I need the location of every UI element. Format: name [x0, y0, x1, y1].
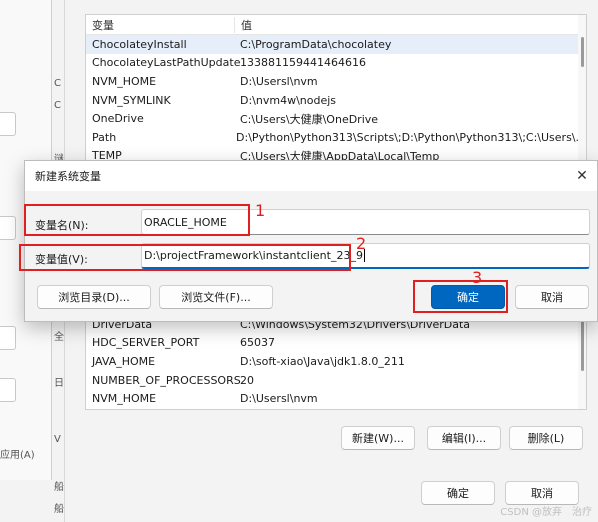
- user-variables-table: 变量 值 ChocolateyInstall C:\ProgramData\ch…: [85, 14, 587, 164]
- dialog-title: 新建系统变量: [35, 170, 101, 183]
- clipped-text: V: [54, 434, 61, 445]
- column-header-value[interactable]: 值: [234, 16, 586, 33]
- cancel-button[interactable]: 取消: [505, 481, 579, 505]
- browse-file-button[interactable]: 浏览文件(F)...: [159, 285, 273, 309]
- vertical-scrollbar[interactable]: [578, 15, 586, 163]
- vertical-scrollbar[interactable]: [578, 311, 586, 409]
- variable-value: 20: [240, 373, 254, 387]
- variable-value: D:\Usersl\nvm: [240, 392, 318, 406]
- annotation-box-3: [413, 280, 508, 313]
- variable-name: HDC_SERVER_PORT: [92, 336, 200, 350]
- scrollbar-thumb[interactable]: [581, 315, 584, 371]
- clipped-text: C: [54, 78, 61, 89]
- background-input-box: [0, 112, 16, 136]
- variable-name: ChocolateyLastPathUpdate: [92, 56, 241, 70]
- scrollbar-thumb[interactable]: [581, 37, 584, 67]
- table-row[interactable]: NUMBER_OF_PROCESSORS 20: [86, 371, 586, 390]
- variable-value: D:\nvm4w\nodejs: [240, 93, 337, 107]
- variable-name: Path: [92, 130, 117, 144]
- table-row[interactable]: NVM_SYMLINK D:\nvm4w\nodejs: [86, 91, 586, 110]
- variable-value: C:\ProgramData\chocolatey: [240, 37, 392, 51]
- annotation-number-2: 2: [356, 234, 367, 253]
- table-row[interactable]: Path D:\Python\Python313\Scripts\;D:\Pyt…: [86, 128, 586, 147]
- new-variable-button[interactable]: 新建(W)...: [341, 426, 415, 450]
- background-input-box: [0, 216, 16, 240]
- watermark: CSDN @放弃 治疗: [500, 507, 592, 518]
- variable-name: NVM_HOME: [92, 392, 157, 406]
- clipped-text: 船: [54, 504, 64, 515]
- variable-name: JAVA_HOME: [92, 354, 156, 368]
- edit-variable-button[interactable]: 编辑(I)...: [427, 426, 501, 450]
- dialog-cancel-button[interactable]: 取消: [515, 285, 589, 309]
- table-row[interactable]: OneDrive C:\Users\大健康\OneDrive: [86, 109, 586, 128]
- variable-value: 65037: [240, 336, 275, 350]
- delete-variable-button[interactable]: 删除(L): [509, 426, 583, 450]
- annotation-number-3: 3: [472, 268, 483, 287]
- column-header-variable[interactable]: 变量: [86, 17, 234, 33]
- variable-value: D:\Usersl\nvm: [240, 74, 318, 88]
- clipped-text: 全: [54, 332, 64, 343]
- new-system-variable-dialog: 新建系统变量 ✕ 变量名(N): ORACLE_HOME 变量值(V): D:\…: [24, 160, 598, 322]
- dialog-titlebar[interactable]: 新建系统变量: [25, 161, 597, 191]
- variable-name: NVM_SYMLINK: [92, 93, 171, 107]
- clipped-text: 船: [54, 482, 64, 493]
- table-row[interactable]: ChocolateyLastPathUpdate 133881159441464…: [86, 54, 586, 73]
- annotation-box-1: [24, 204, 250, 236]
- variable-name: ChocolateyInstall: [92, 37, 187, 51]
- apply-button[interactable]: 应用(A): [0, 446, 35, 461]
- variable-value: C:\Users\大健康\OneDrive: [240, 112, 379, 126]
- background-input-box: [0, 378, 16, 402]
- table-row[interactable]: JAVA_HOME D:\soft-xiao\Java\jdk1.8.0_211: [86, 352, 586, 371]
- clipped-text: C: [54, 100, 61, 111]
- variable-value: D:\Python\Python313\Scripts\;D:\Python\P…: [236, 130, 586, 144]
- table-row[interactable]: NVM_HOME D:\Usersl\nvm: [86, 389, 586, 408]
- table-row[interactable]: HDC_SERVER_PORT 65037: [86, 334, 586, 353]
- variable-value: 133881159441464616: [240, 56, 366, 70]
- annotation-box-2: [19, 244, 351, 271]
- close-icon[interactable]: ✕: [573, 167, 591, 185]
- table-row[interactable]: NVM_HOME D:\Usersl\nvm: [86, 72, 586, 91]
- clipped-text: 日: [54, 378, 64, 389]
- ok-button[interactable]: 确定: [421, 481, 495, 505]
- variable-name: OneDrive: [92, 112, 144, 126]
- browse-directory-button[interactable]: 浏览目录(D)...: [37, 285, 151, 309]
- table-header: 变量 值: [86, 15, 586, 35]
- variable-name: NUMBER_OF_PROCESSORS: [92, 373, 241, 387]
- variable-value: D:\soft-xiao\Java\jdk1.8.0_211: [240, 354, 405, 368]
- table-row[interactable]: ChocolateyInstall C:\ProgramData\chocola…: [86, 35, 586, 54]
- annotation-number-1: 1: [255, 201, 266, 220]
- system-variables-table: DriverData C:\Windows\System32\Drivers\D…: [85, 310, 587, 410]
- background-input-box: [0, 326, 16, 350]
- variable-name: NVM_HOME: [92, 74, 157, 88]
